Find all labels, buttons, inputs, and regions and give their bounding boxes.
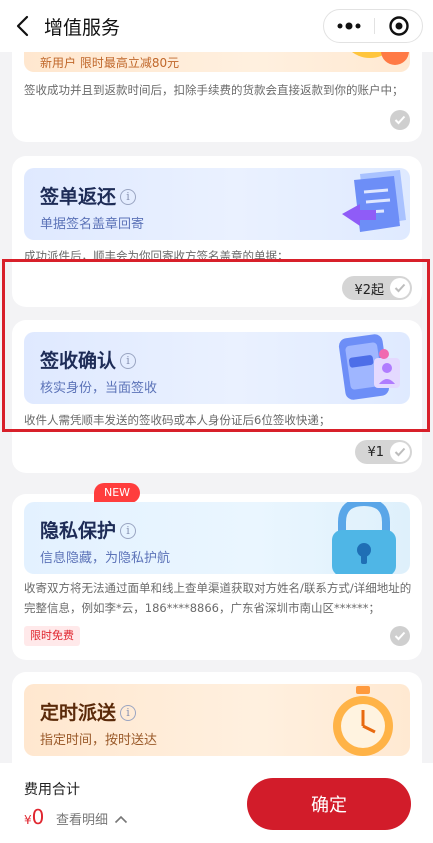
mini-program-capsule bbox=[323, 9, 423, 43]
padlock-illustration bbox=[332, 502, 396, 574]
cod-checkbox[interactable] bbox=[390, 110, 410, 130]
view-details-link[interactable]: 查看明细 bbox=[56, 809, 128, 828]
privacy-banner: 隐私保护 i 信息隐藏，为隐私护航 bbox=[24, 502, 410, 574]
total-value: 0 bbox=[31, 805, 45, 829]
info-icon[interactable]: i bbox=[120, 523, 137, 539]
sign-return-title-wrap: 签单返还 i bbox=[40, 182, 137, 209]
check-icon bbox=[394, 115, 406, 125]
sign-confirm-subtitle: 核实身份，当面签收 bbox=[40, 381, 158, 396]
card-privacy[interactable]: NEW 隐私保护 i 信息隐藏，为隐私护航 收寄双方将无法通过面单和线上查单渠道获… bbox=[12, 483, 422, 660]
privacy-subtitle: 信息隐藏，为隐私护航 bbox=[40, 551, 171, 566]
check-icon bbox=[390, 278, 410, 298]
sign-return-price: ¥2起 bbox=[354, 282, 384, 298]
sign-confirm-description: 收件人需凭顺丰发送的签收码或本人身份证后6位签收快递； bbox=[24, 413, 331, 427]
card-sign-return[interactable]: 签单返还 i 单据签名盖章回寄 成功派件后，顺丰会为你回寄收方签名盖章的单据； ¥… bbox=[12, 156, 422, 307]
sign-return-banner: 签单返还 i 单据签名盖章回寄 bbox=[24, 168, 410, 240]
bottom-bar: 费用合计 ¥0 查看明细 确定 bbox=[0, 763, 433, 843]
sign-return-title: 签单返还 bbox=[40, 186, 117, 208]
cod-banner: 新用户 限时最高立减80元 bbox=[24, 52, 410, 72]
sign-return-description: 成功派件后，顺丰会为你回寄收方签名盖章的单据； bbox=[24, 249, 289, 263]
card-sign-confirm[interactable]: 签收确认 i 核实身份，当面签收 收件人需凭顺丰发送的签收码或本人身份证后6位签收… bbox=[12, 320, 422, 473]
info-icon[interactable]: i bbox=[120, 189, 137, 205]
nav-bar: 增值服务 bbox=[0, 0, 433, 52]
chevron-left-icon bbox=[16, 15, 29, 37]
page-title: 增值服务 bbox=[44, 17, 121, 39]
sign-confirm-price-toggle[interactable]: ¥1 bbox=[355, 440, 412, 464]
check-icon bbox=[390, 442, 410, 462]
new-badge: NEW bbox=[94, 483, 141, 503]
sign-confirm-banner: 签收确认 i 核实身份，当面签收 bbox=[24, 332, 410, 404]
back-button[interactable] bbox=[12, 12, 36, 40]
check-icon bbox=[394, 631, 406, 641]
sign-confirm-title: 签收确认 bbox=[40, 350, 117, 372]
phone-verify-illustration bbox=[338, 334, 400, 400]
scheduled-subtitle: 指定时间，按时送达 bbox=[40, 733, 158, 748]
more-dots-icon bbox=[337, 22, 361, 30]
sign-confirm-title-wrap: 签收确认 i bbox=[40, 346, 137, 373]
coin-illustration bbox=[352, 52, 409, 65]
scheduled-banner: 定时派送 i 指定时间，按时送达 bbox=[24, 684, 410, 756]
info-icon[interactable]: i bbox=[120, 353, 137, 369]
privacy-description: 收寄双方将无法通过面单和线上查单渠道获取对方姓名/联系方式/详细地址的完整信息，… bbox=[24, 581, 412, 615]
close-mini-program-button[interactable] bbox=[375, 10, 423, 42]
sign-confirm-price: ¥1 bbox=[367, 444, 384, 460]
sign-return-subtitle: 单据签名盖章回寄 bbox=[40, 217, 145, 232]
card-cod[interactable]: 新用户 限时最高立减80元 签收成功并且到返款时间后，扣除手续费的货款会直接返款… bbox=[12, 52, 422, 142]
confirm-button[interactable]: 确定 bbox=[247, 778, 411, 830]
sign-return-price-toggle[interactable]: ¥2起 bbox=[342, 276, 412, 300]
stopwatch-illustration bbox=[333, 686, 393, 756]
free-tag: 限时免费 bbox=[24, 626, 80, 646]
chevron-up-icon bbox=[115, 815, 128, 824]
cod-description: 签收成功并且到返款时间后，扣除手续费的货款会直接返款到你的账户中； bbox=[24, 83, 404, 97]
target-close-icon bbox=[389, 16, 409, 36]
scheduled-title: 定时派送 bbox=[40, 702, 117, 724]
privacy-title: 隐私保护 bbox=[40, 520, 117, 542]
privacy-checkbox[interactable] bbox=[390, 626, 410, 646]
total-label: 费用合计 bbox=[24, 782, 80, 798]
total-amount: ¥0 bbox=[24, 805, 44, 829]
service-list[interactable]: 新用户 限时最高立减80元 签收成功并且到返款时间后，扣除手续费的货款会直接返款… bbox=[0, 52, 433, 763]
currency-symbol: ¥ bbox=[24, 813, 32, 827]
scheduled-title-wrap: 定时派送 i bbox=[40, 698, 137, 725]
view-details-label: 查看明细 bbox=[56, 813, 109, 828]
more-button[interactable] bbox=[324, 10, 374, 42]
card-scheduled[interactable]: 定时派送 i 指定时间，按时送达 bbox=[12, 672, 422, 763]
document-return-illustration bbox=[342, 170, 406, 232]
info-icon[interactable]: i bbox=[120, 705, 137, 721]
cod-banner-subtitle: 新用户 限时最高立减80元 bbox=[40, 56, 180, 70]
privacy-title-wrap: 隐私保护 i bbox=[40, 516, 137, 543]
